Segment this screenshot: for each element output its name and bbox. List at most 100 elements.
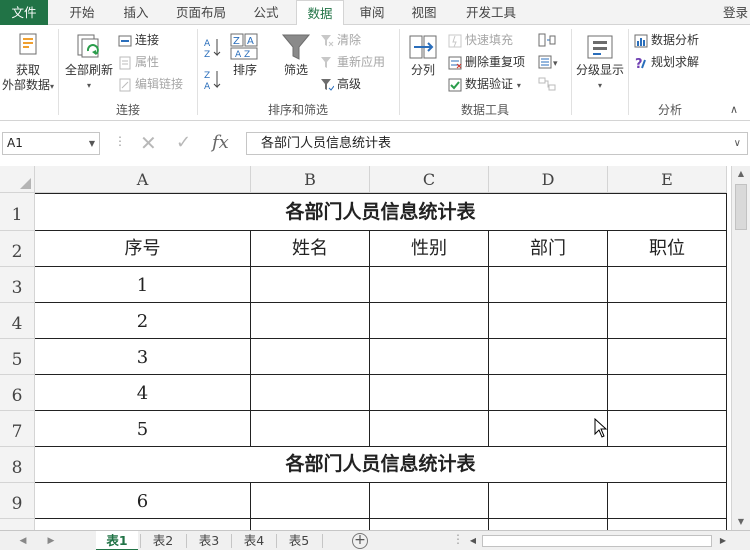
table-row-cell[interactable] <box>489 339 608 375</box>
table-row-cell[interactable] <box>608 519 727 530</box>
sheet-tab-5[interactable]: 表5 <box>278 531 320 550</box>
tab-developer[interactable]: 开发工具 <box>458 0 524 25</box>
cell-a1-title[interactable]: 各部门人员信息统计表 <box>35 193 727 231</box>
table-row-cell[interactable] <box>251 411 370 447</box>
expand-formula-bar-icon[interactable]: ∨ <box>734 133 741 154</box>
sheet-tab-4[interactable]: 表4 <box>233 531 275 550</box>
advanced-filter-button[interactable]: 高级 <box>320 75 361 93</box>
select-all-button[interactable] <box>0 166 35 193</box>
row-header-4[interactable]: 4 <box>0 303 35 339</box>
column-header-b[interactable]: B <box>251 166 370 193</box>
table-row-cell-a7[interactable]: 5 <box>35 411 251 447</box>
scroll-down-icon[interactable]: ▼ <box>732 514 750 530</box>
cell-d2-header[interactable]: 部门 <box>489 231 608 267</box>
table-row-cell[interactable] <box>608 339 727 375</box>
table-row-cell-a9[interactable]: 6 <box>35 483 251 519</box>
row-header-1[interactable]: 1 <box>0 193 35 231</box>
connections-button[interactable]: 连接 <box>118 31 159 49</box>
tab-data[interactable]: 数据 <box>296 0 344 26</box>
row-header-7[interactable]: 7 <box>0 411 35 447</box>
cell-a8-title[interactable]: 各部门人员信息统计表 <box>35 447 727 483</box>
filter-button[interactable]: 筛选 <box>278 33 314 78</box>
table-row-cell[interactable] <box>370 411 489 447</box>
tab-scroll-splitter[interactable]: ⋮ <box>452 532 464 546</box>
name-box[interactable]: A1 ▼ <box>2 132 100 155</box>
relationships-icon[interactable] <box>538 77 556 91</box>
row-header-8[interactable]: 8 <box>0 447 35 483</box>
next-sheet-icon[interactable]: ▶ <box>42 531 60 550</box>
what-if-analysis-icon[interactable]: ▾ <box>538 55 562 69</box>
table-row-cell[interactable] <box>251 519 370 530</box>
vertical-scrollbar[interactable]: ▲ ▼ <box>731 166 750 530</box>
solver-button[interactable]: ? 规划求解 <box>634 53 699 71</box>
sort-ascending-icon[interactable]: A Z <box>204 37 222 59</box>
refresh-all-button[interactable]: 全部刷新 ▾ <box>62 31 116 93</box>
sheet-tab-3[interactable]: 表3 <box>188 531 230 550</box>
table-row-cell[interactable] <box>489 303 608 339</box>
data-validation-button[interactable]: 数据验证 ▾ <box>448 75 521 93</box>
login-link[interactable]: 登录 <box>723 0 748 25</box>
scroll-up-icon[interactable]: ▲ <box>732 166 750 182</box>
table-row-cell-a3[interactable]: 1 <box>35 267 251 303</box>
table-row-cell[interactable] <box>35 519 251 530</box>
vertical-scroll-thumb[interactable] <box>735 184 747 230</box>
column-header-c[interactable]: C <box>370 166 489 193</box>
reapply-button[interactable]: 重新应用 <box>320 53 385 71</box>
formula-bar-resize-handle[interactable]: ⋮ <box>114 134 126 148</box>
cancel-icon[interactable]: ✕ <box>140 132 157 154</box>
table-row-cell[interactable] <box>608 411 727 447</box>
table-row-cell[interactable] <box>370 483 489 519</box>
column-header-d[interactable]: D <box>489 166 608 193</box>
text-to-columns-button[interactable]: 分列 <box>404 33 442 78</box>
table-row-cell[interactable] <box>489 267 608 303</box>
row-header-6[interactable]: 6 <box>0 375 35 411</box>
sort-button[interactable]: Z A A Z 排序 <box>228 33 262 78</box>
enter-check-icon[interactable]: ✓ <box>176 132 191 154</box>
horizontal-scroll-thumb[interactable] <box>482 535 712 547</box>
table-row-cell[interactable] <box>489 519 608 530</box>
tab-review[interactable]: 审阅 <box>348 0 396 25</box>
data-analysis-button[interactable]: 数据分析 <box>634 31 699 49</box>
table-row-cell[interactable] <box>370 267 489 303</box>
table-row-cell[interactable] <box>608 483 727 519</box>
row-header-5[interactable]: 5 <box>0 339 35 375</box>
table-row-cell[interactable] <box>251 375 370 411</box>
row-header-2[interactable]: 2 <box>0 231 35 267</box>
row-header-3[interactable]: 3 <box>0 267 35 303</box>
table-row-cell[interactable] <box>489 411 608 447</box>
cell-a2-header[interactable]: 序号 <box>35 231 251 267</box>
sheet-tab-2[interactable]: 表2 <box>142 531 184 550</box>
outline-button[interactable]: 分级显示 ▾ <box>574 33 626 93</box>
column-header-a[interactable]: A <box>35 166 251 193</box>
tab-home[interactable]: 开始 <box>58 0 106 25</box>
horizontal-scrollbar[interactable]: ◀ ▶ <box>466 534 730 548</box>
table-row-cell[interactable] <box>251 483 370 519</box>
consolidate-icon[interactable] <box>538 33 556 47</box>
cell-b2-header[interactable]: 姓名 <box>251 231 370 267</box>
tab-view[interactable]: 视图 <box>400 0 448 25</box>
flash-fill-button[interactable]: 快速填充 <box>448 31 513 49</box>
properties-button[interactable]: 属性 <box>118 53 159 71</box>
table-row-cell-a5[interactable]: 3 <box>35 339 251 375</box>
chevron-down-icon[interactable]: ▼ <box>89 133 95 154</box>
cell-e2-header[interactable]: 职位 <box>608 231 727 267</box>
table-row-cell[interactable] <box>370 375 489 411</box>
column-header-e[interactable]: E <box>608 166 727 193</box>
table-row-cell[interactable] <box>370 339 489 375</box>
tab-insert[interactable]: 插入 <box>112 0 160 25</box>
tab-page-layout[interactable]: 页面布局 <box>168 0 234 25</box>
get-external-data-button[interactable]: 获取 外部数据▾ <box>0 31 56 94</box>
table-row-cell-a4[interactable]: 2 <box>35 303 251 339</box>
sheet-tab-1[interactable]: 表1 <box>96 531 138 550</box>
scroll-right-icon[interactable]: ▶ <box>716 534 730 548</box>
tab-file[interactable]: 文件 <box>0 0 48 25</box>
table-row-cell[interactable] <box>608 303 727 339</box>
table-row-cell[interactable] <box>608 375 727 411</box>
table-row-cell-a6[interactable]: 4 <box>35 375 251 411</box>
table-row-cell[interactable] <box>251 303 370 339</box>
remove-duplicates-button[interactable]: 删除重复项 <box>448 53 525 71</box>
table-row-cell[interactable] <box>608 267 727 303</box>
table-row-cell[interactable] <box>489 375 608 411</box>
table-row-cell[interactable] <box>370 303 489 339</box>
table-row-cell[interactable] <box>370 519 489 530</box>
